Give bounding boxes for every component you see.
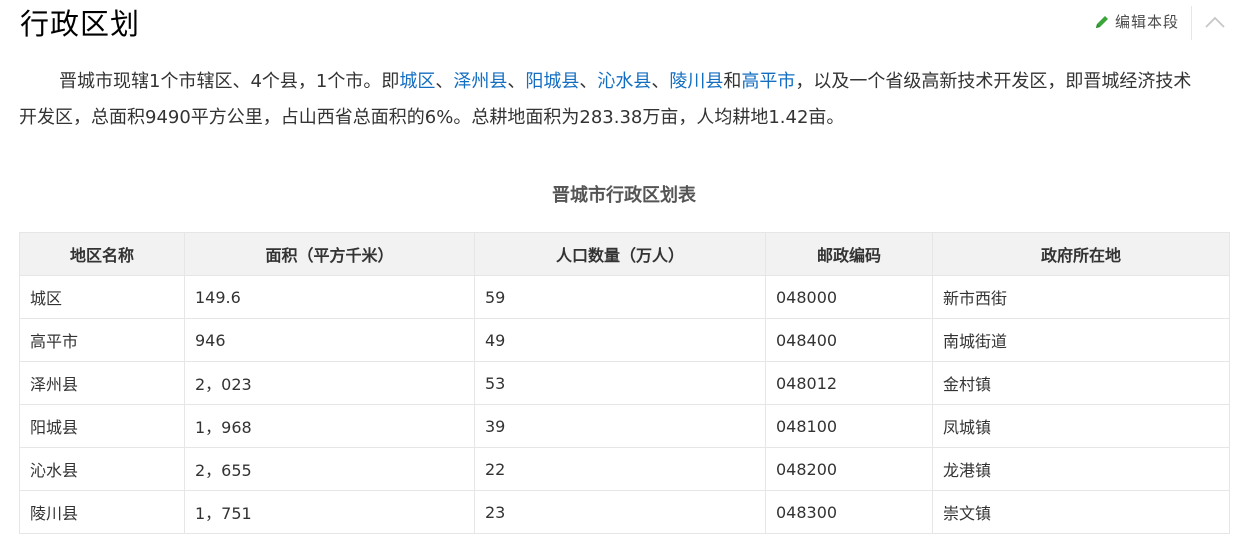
para-sep-1: 、	[435, 71, 454, 92]
pencil-icon	[1092, 12, 1112, 32]
cell-seat: 崇文镇	[932, 490, 1230, 534]
cell-postcode: 048200	[765, 447, 933, 491]
cell-seat: 南城街道	[932, 318, 1230, 362]
table-row: 陵川县 1，751 23 048300 崇文镇	[19, 490, 1230, 534]
cell-area: 1，968	[184, 404, 475, 448]
link-yangcheng[interactable]: 阳城县	[525, 71, 579, 92]
cell-area: 1，751	[184, 490, 475, 534]
cell-region: 城区	[19, 275, 185, 319]
cell-population: 49	[474, 318, 766, 362]
cell-area: 2，023	[184, 361, 475, 405]
cell-population: 53	[474, 361, 766, 405]
link-lingchuan[interactable]: 陵川县	[669, 71, 723, 92]
cell-region: 陵川县	[19, 490, 185, 534]
col-header-seat: 政府所在地	[932, 232, 1230, 276]
chevron-up-icon	[1205, 16, 1225, 28]
cell-postcode: 048100	[765, 404, 933, 448]
edit-section-link[interactable]: 编辑本段	[1092, 11, 1179, 33]
cell-seat: 凤城镇	[932, 404, 1230, 448]
col-header-postcode: 邮政编码	[765, 232, 933, 276]
cell-area: 2，655	[184, 447, 475, 491]
collapse-button[interactable]	[1200, 8, 1230, 38]
section-title: 行政区划	[20, 7, 141, 41]
col-header-area: 面积（平方千米）	[184, 232, 475, 276]
para-sep-3: 、	[579, 71, 598, 92]
table-row: 城区 149.6 59 048000 新市西街	[19, 275, 1230, 319]
link-qinshui[interactable]: 沁水县	[597, 71, 651, 92]
cell-population: 59	[474, 275, 766, 319]
cell-postcode: 048400	[765, 318, 933, 362]
cell-population: 22	[474, 447, 766, 491]
cell-area: 946	[184, 318, 475, 362]
header-divider	[1191, 6, 1192, 40]
cell-postcode: 048000	[765, 275, 933, 319]
cell-postcode: 048300	[765, 490, 933, 534]
cell-seat: 龙港镇	[932, 447, 1230, 491]
link-chengqu[interactable]: 城区	[399, 71, 435, 92]
para-text-1: 晋城市现辖1个市辖区、4个县，1个市。即	[59, 71, 400, 92]
link-gaoping[interactable]: 高平市	[741, 71, 795, 92]
intro-paragraph: 晋城市现辖1个市辖区、4个县，1个市。即城区、泽州县、阳城县、沁水县、陵川县和高…	[19, 64, 1199, 136]
table-row: 泽州县 2，023 53 048012 金村镇	[19, 361, 1230, 405]
cell-seat: 金村镇	[932, 361, 1230, 405]
link-zezhou[interactable]: 泽州县	[453, 71, 507, 92]
cell-postcode: 048012	[765, 361, 933, 405]
section-header: 行政区划 编辑本段	[18, 0, 1230, 50]
edit-section-label: 编辑本段	[1114, 13, 1179, 31]
para-sep-2: 、	[507, 71, 526, 92]
table-caption: 晋城市行政区划表	[552, 185, 696, 206]
cell-area: 149.6	[184, 275, 475, 319]
col-header-region: 地区名称	[19, 232, 185, 276]
cell-population: 39	[474, 404, 766, 448]
cell-population: 23	[474, 490, 766, 534]
table-row: 沁水县 2，655 22 048200 龙港镇	[19, 447, 1230, 491]
para-sep-4: 、	[651, 71, 670, 92]
division-table: 地区名称 面积（平方千米） 人口数量（万人） 邮政编码 政府所在地 城区 149…	[19, 232, 1230, 534]
table-header-row: 地区名称 面积（平方千米） 人口数量（万人） 邮政编码 政府所在地	[19, 232, 1230, 276]
cell-region: 阳城县	[19, 404, 185, 448]
table-row: 阳城县 1，968 39 048100 凤城镇	[19, 404, 1230, 448]
col-header-population: 人口数量（万人）	[474, 232, 766, 276]
cell-region: 高平市	[19, 318, 185, 362]
cell-seat: 新市西街	[932, 275, 1230, 319]
cell-region: 泽州县	[19, 361, 185, 405]
table-row: 高平市 946 49 048400 南城街道	[19, 318, 1230, 362]
cell-region: 沁水县	[19, 447, 185, 491]
para-and: 和	[723, 71, 742, 92]
